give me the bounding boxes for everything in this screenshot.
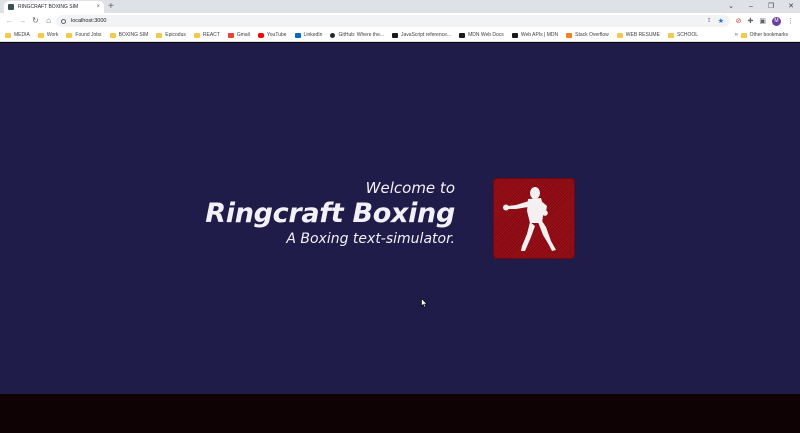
folder-icon	[616, 32, 623, 38]
extension-block-icon[interactable]: ⊘	[736, 18, 742, 25]
home-icon[interactable]: ⌂	[42, 17, 55, 25]
tab-strip: RINGCRAFT BOXING SIM × + ⌄ – ❐ ✕	[0, 0, 800, 13]
share-icon[interactable]: ⇪	[707, 18, 712, 24]
avatar[interactable]: M	[772, 16, 781, 26]
stack-overflow-icon	[566, 32, 573, 38]
folder-icon	[5, 32, 11, 38]
github-icon	[330, 32, 336, 38]
kebab-menu-icon[interactable]: ⋮	[787, 18, 794, 25]
bookmark-web-apis[interactable]: Web APIs | MDN	[511, 32, 558, 38]
omnibox-actions: ⇪ ★	[707, 15, 724, 27]
sidepanel-icon[interactable]: ▣	[759, 18, 766, 25]
extensions-area: ⊘ ✚ ▣ M ⋮	[736, 13, 800, 29]
bookmark-linkedin[interactable]: LinkedIn	[294, 32, 322, 38]
boxer-silhouette-icon	[503, 187, 556, 251]
mdn-icon	[459, 32, 466, 38]
tab-title: RINGCRAFT BOXING SIM	[18, 4, 79, 10]
bookmark-react[interactable]: REACT	[193, 32, 220, 38]
tab-search-icon[interactable]: ⌄	[726, 3, 736, 10]
folder-icon	[66, 32, 73, 38]
bookmarks-bar: MEDIA Work Found Jobs BOXING SIM Epicodu…	[0, 29, 800, 42]
welcome-text: Welcome to	[365, 179, 455, 197]
folder-icon	[37, 32, 44, 38]
gmail-icon	[227, 32, 234, 38]
bookmark-boxing-sim[interactable]: BOXING SIM	[109, 32, 148, 38]
mouse-cursor-icon	[421, 298, 428, 308]
tab-ringcraft[interactable]: RINGCRAFT BOXING SIM ×	[4, 1, 104, 13]
new-tab-button[interactable]: +	[108, 1, 114, 12]
folder-icon	[740, 32, 747, 38]
bookmark-js-reference[interactable]: JavaScript reference...	[392, 32, 451, 38]
window-controls: ⌄ – ❐ ✕	[726, 0, 796, 12]
youtube-icon	[257, 32, 264, 38]
puzzle-icon[interactable]: ✚	[748, 18, 754, 25]
arrow-left-icon[interactable]: ←	[3, 17, 16, 25]
hero-text: Welcome to Ringcraft Boxing A Boxing tex…	[205, 179, 455, 247]
folder-icon	[667, 32, 674, 38]
bookmark-stack-overflow[interactable]: Stack Overflow	[566, 32, 609, 38]
folder-icon	[193, 32, 200, 38]
close-tab-icon[interactable]: ×	[96, 4, 100, 10]
other-bookmarks[interactable]: Other bookmarks	[740, 32, 788, 38]
folder-icon	[156, 32, 163, 38]
page-title: Ringcraft Boxing	[205, 198, 455, 229]
tagline: A Boxing text-simulator.	[286, 231, 455, 247]
browser-window: RINGCRAFT BOXING SIM × + ⌄ – ❐ ✕ ← → ↻ ⌂…	[0, 0, 800, 433]
bookmark-media[interactable]: MEDIA	[5, 32, 30, 38]
more-bookmarks-button[interactable]: »	[735, 32, 738, 38]
star-icon[interactable]: ★	[718, 18, 724, 25]
bookmark-school[interactable]: SCHOOL	[667, 32, 698, 38]
reload-icon[interactable]: ↻	[29, 17, 42, 25]
bookmark-epicodus[interactable]: Epicodus	[156, 32, 186, 38]
bookmark-youtube[interactable]: YouTube	[257, 32, 287, 38]
restore-button[interactable]: ❐	[766, 3, 776, 10]
page-footer	[0, 394, 800, 433]
bookmark-github[interactable]: GitHub: Where the...	[330, 32, 384, 38]
url-text[interactable]: localhost:3000	[71, 18, 106, 24]
linkedin-icon	[294, 32, 301, 38]
mdn-icon	[392, 32, 399, 38]
page-content: Welcome to Ringcraft Boxing A Boxing tex…	[0, 43, 800, 394]
close-window-button[interactable]: ✕	[786, 3, 796, 10]
browser-toolbar: ← → ↻ ⌂ localhost:3000 ⇪ ★ ⊘ ✚ ▣ M ⋮	[0, 13, 800, 29]
favicon-icon	[8, 4, 14, 10]
site-info-icon[interactable]	[61, 18, 66, 24]
bookmark-web-resume[interactable]: WEB RESUME	[616, 32, 660, 38]
folder-icon	[109, 32, 116, 38]
minimize-button[interactable]: –	[746, 3, 756, 10]
boxer-logo	[494, 179, 574, 258]
mdn-icon	[511, 32, 518, 38]
bookmark-gmail[interactable]: Gmail	[227, 32, 250, 38]
arrow-right-icon[interactable]: →	[16, 17, 29, 25]
address-bar[interactable]: localhost:3000 ⇪ ★	[56, 15, 730, 27]
bookmark-mdn-web-docs[interactable]: MDN Web Docs	[459, 32, 504, 38]
bookmark-found-jobs[interactable]: Found Jobs	[66, 32, 102, 38]
bookmark-work[interactable]: Work	[37, 32, 58, 38]
